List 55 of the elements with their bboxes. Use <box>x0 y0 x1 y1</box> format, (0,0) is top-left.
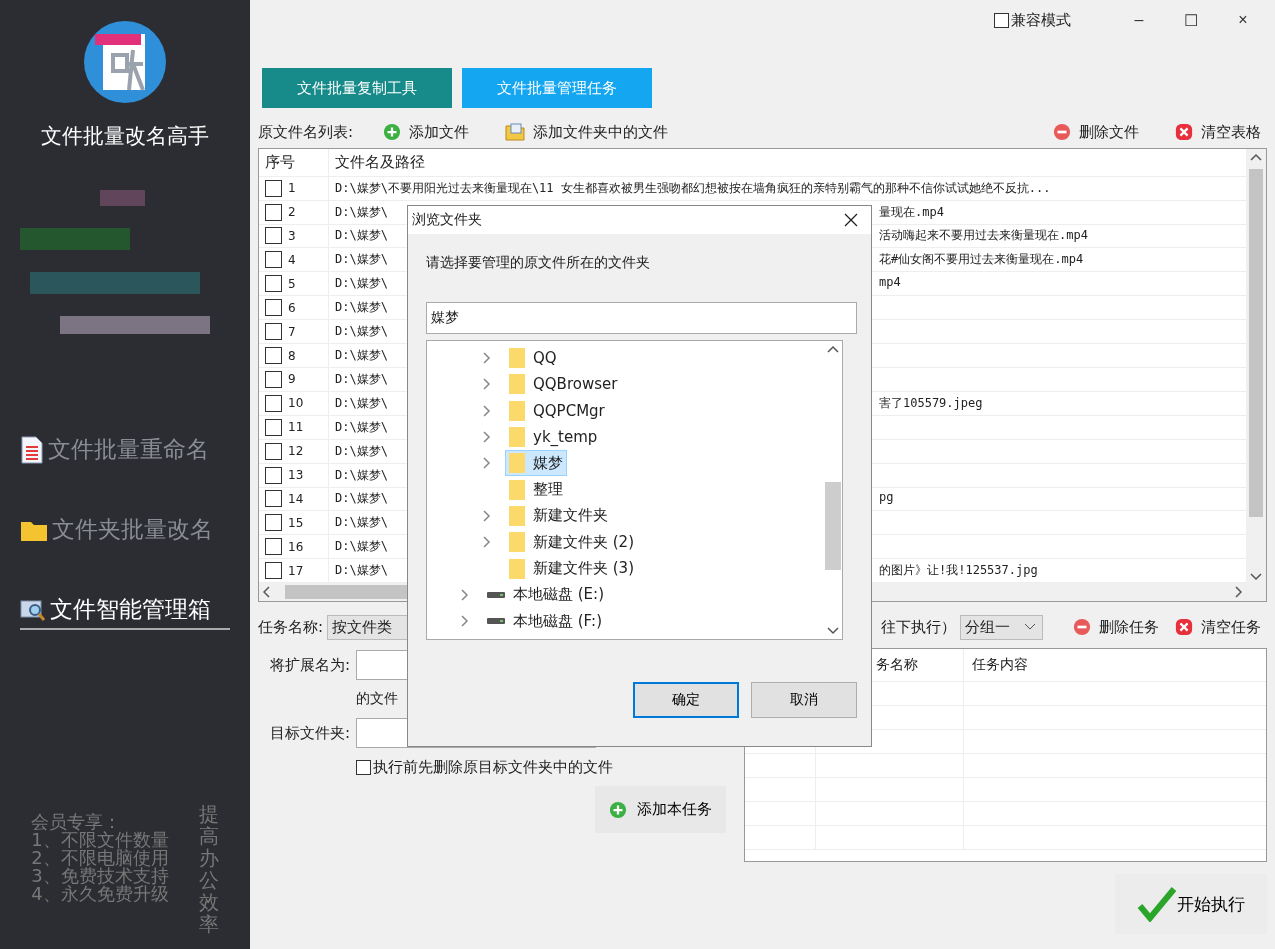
row-number: 17 <box>288 563 304 578</box>
column-header: 文件名及路径 <box>334 152 425 172</box>
row-number: 11 <box>288 420 304 435</box>
dialog-title: 浏览文件夹 <box>412 211 482 229</box>
file-path-text: D:\媒梦\ <box>335 323 388 341</box>
file-path-text: 量现在.mp4 <box>879 203 944 221</box>
file-path-text: mp4 <box>879 275 901 292</box>
row-number: 16 <box>288 539 304 554</box>
row-number: 4 <box>288 252 296 267</box>
file-path-text: D:\媒梦\ <box>335 203 388 221</box>
file-path-text: D:\媒梦\ <box>335 227 388 245</box>
file-path-text: D:\媒梦\ <box>335 394 388 412</box>
file-path-text: D:\媒梦\ <box>335 466 388 484</box>
target-folder-label: 目标文件夹: <box>268 723 350 743</box>
file-list-label: 原文件名列表: <box>258 122 354 142</box>
task-name-label: 任务名称: <box>258 617 324 637</box>
row-number: 3 <box>288 229 296 243</box>
file-path-text: D:\媒梦\ <box>335 370 388 388</box>
file-suffix-text: 的文件 <box>356 690 398 708</box>
row-number: 10 <box>288 396 304 411</box>
file-path-text: 花#仙女阁不要用过去来衡量现在.mp4 <box>879 251 1084 269</box>
row-number: 13 <box>288 468 304 483</box>
row-number: 14 <box>288 491 304 506</box>
row-number: 6 <box>288 300 296 315</box>
file-path-text: D:\媒梦\ <box>335 514 388 532</box>
file-path-text: pg <box>879 490 894 507</box>
row-number: 12 <box>288 444 304 459</box>
row-number: 8 <box>288 348 296 363</box>
file-path-text: D:\媒梦\ <box>335 562 388 580</box>
file-path-text: D:\媒梦\ <box>335 347 388 364</box>
order-text: 往下执行） <box>881 617 956 637</box>
column-header: 任务内容 <box>971 656 1028 674</box>
member-benefits-text: 会员专享： 1、不限文件数量 2、不限电脑使用 3、免费技术支持 4、永久免费升级 <box>31 810 169 906</box>
file-path-text: 害了105579.jpeg <box>879 394 983 412</box>
file-path-text: D:\媒梦\不要用阳光过去来衡量现在\11 女生都喜欢被男生强吻都幻想被按在墙角疯狂的亲特别霸气的那种不信你试试她绝不反抗... <box>335 179 1051 197</box>
file-path-text: D:\媒梦\ <box>335 275 388 293</box>
file-path-text: D:\媒梦\ <box>335 538 388 556</box>
file-path-text: D:\媒梦\ <box>335 442 388 460</box>
row-number: 1 <box>288 181 296 196</box>
file-path-text: D:\媒梦\ <box>335 251 388 269</box>
dialog-prompt: 请选择要管理的原文件所在的文件夹 <box>426 254 651 272</box>
file-path-text: D:\媒梦\ <box>335 418 388 436</box>
file-path-text: 活动嗨起来不要用过去来衡量现在.mp4 <box>879 227 1088 245</box>
file-path-text: D:\媒梦\ <box>335 299 388 317</box>
row-number: 2 <box>288 205 296 220</box>
file-path-text: 的图片》让!我!125537.jpg <box>879 562 1038 580</box>
column-header: 序号 <box>259 149 329 176</box>
file-path-text: D:\媒梦\ <box>335 490 388 508</box>
row-number: 9 <box>288 372 296 387</box>
extension-label: 将扩展名为: <box>268 655 350 675</box>
row-number: 5 <box>288 276 296 291</box>
row-number: 15 <box>288 515 304 530</box>
row-number: 7 <box>288 324 296 339</box>
app-name: 文件批量改名高手 <box>41 123 209 150</box>
slogan-text: 提高办公效率 <box>198 803 219 935</box>
